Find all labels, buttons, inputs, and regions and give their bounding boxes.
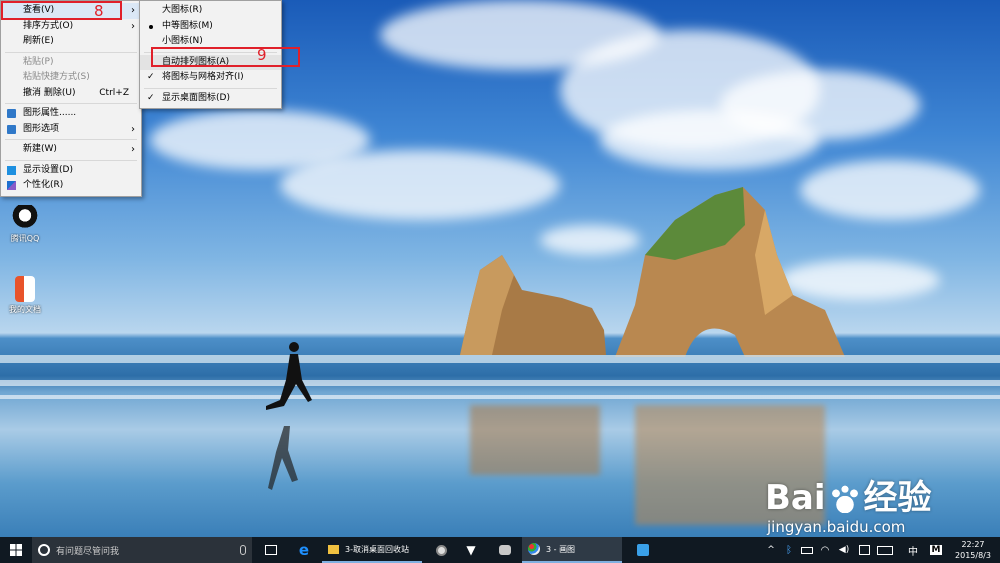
taskbar: 有问题尽管问我 e 3-取消桌面回收站 ▼ 3 - 画图 ^ ᛒ ◠ ◀) 中 … [0,537,1000,563]
taskbar-app-label: 3 - 画图 [546,544,576,554]
tray-battery[interactable] [800,537,814,563]
microphone-icon [240,545,246,555]
cortana-circle-icon [38,544,50,556]
taskbar-app-label: 3-取消桌面回收站 [345,544,409,554]
menu-item-personalize[interactable]: 个性化(R) [1,178,141,194]
desktop[interactable]: 腾讯QQ 我的文档 查看(V) › 排序方式(O) › 刷新(E) 粘贴(P) … [0,0,1000,537]
office-document-icon [15,276,35,302]
image-viewer-icon [637,544,649,556]
battery-icon [801,546,813,554]
personalize-icon [7,181,16,190]
runner-silhouette [266,342,312,490]
edge-icon: e [298,541,310,559]
bluetooth-icon: ᛒ [786,544,792,556]
menu-item-display-settings[interactable]: 显示设置(D) [1,163,141,179]
menu-item-graphics-properties[interactable]: 图形属性...... [1,106,141,122]
notification-icon [858,545,870,555]
menu-separator [5,159,137,161]
checkmark-icon: ✓ [147,92,155,103]
radio-dot-icon [149,24,153,29]
menu-separator [5,139,137,140]
tray-keyboard[interactable] [874,537,896,563]
menu-item-sort-by[interactable]: 排序方式(O) › [1,19,141,35]
desktop-icon-qq[interactable]: 腾讯QQ [3,205,47,244]
menu-item-paste-shortcut: 粘贴快捷方式(S) [23,72,90,82]
taskbar-pinned-app[interactable]: ▼ [460,537,482,563]
menu-separator [5,103,137,104]
search-placeholder: 有问题尽管问我 [56,546,120,557]
menu-item-undo-delete[interactable]: 撤消 删除(U) Ctrl+Z [1,86,141,102]
show-hidden-icons[interactable]: ^ [764,537,778,563]
start-button[interactable] [0,537,32,563]
submenu-item-medium-icons[interactable]: 中等图标(M) [140,19,281,35]
task-view-icon [265,545,277,555]
submenu-item-large-icons[interactable]: 大图标(R) [140,3,281,19]
baidu-jingyan-watermark: Bai 经验 jingyan.baidu.com [765,458,965,537]
tray-ime-mode[interactable]: M [928,537,944,563]
paw-icon [829,485,860,513]
chevron-up-icon: ^ [767,545,775,555]
submenu-item-align-to-grid[interactable]: ✓ 将图标与网格对齐(I) [140,70,281,86]
taskbar-app-explorer[interactable]: 3-取消桌面回收站 [322,537,422,563]
desktop-icon-label: 腾讯QQ [10,234,40,243]
chevron-right-icon: › [131,144,135,155]
desktop-context-menu: 查看(V) › 排序方式(O) › 刷新(E) 粘贴(P) 粘贴快捷方式(S) … [0,0,142,197]
tray-volume[interactable]: ◀) [836,537,852,563]
tray-network[interactable]: ◠ [818,537,832,563]
menu-separator [144,87,277,89]
watermark-brand: Bai [765,478,826,518]
menu-item-refresh[interactable]: 刷新(E) [1,34,141,50]
tray-action-center[interactable] [856,537,872,563]
checkmark-icon: ✓ [147,72,155,82]
taskbar-pinned-webcam[interactable] [430,537,452,563]
rock-small [460,255,606,355]
shortcut-label: Ctrl+Z [99,87,129,98]
annotation-box-view [1,1,122,20]
webcam-icon [435,544,447,556]
desktop-icon-label: 我的文档 [9,305,41,314]
menu-item-new[interactable]: 新建(W) › [1,142,141,158]
tray-ime-language[interactable]: 中 [906,537,920,563]
taskbar-pinned-app[interactable] [632,537,654,563]
fox-icon: ▼ [466,543,476,557]
menu-separator [5,51,137,53]
tray-clock[interactable]: 22:27 2015/8/3 [950,537,996,563]
rock-arch [615,187,845,357]
menu-item-graphics-options[interactable]: 图形选项 › [1,122,141,138]
submenu-item-show-desktop-icons[interactable]: ✓ 显示桌面图标(D) [140,91,281,107]
chevron-right-icon: › [131,123,135,135]
edge-button[interactable]: e [292,537,316,563]
speaker-icon: ◀) [838,545,850,555]
cortana-search-box[interactable]: 有问题尽管问我 [32,537,252,563]
chevron-right-icon: › [131,20,135,32]
desktop-icon-documents[interactable]: 我的文档 [3,276,47,315]
clock-date: 2015/8/3 [955,551,991,560]
intel-graphics-icon [7,109,16,118]
qq-penguin-icon [12,205,38,231]
task-view-button[interactable] [260,537,282,563]
taskbar-pinned-app[interactable] [494,537,516,563]
wifi-icon: ◠ [820,544,830,556]
paint-icon [528,543,540,555]
menu-item-paste: 粘贴(P) [23,56,54,67]
chevron-right-icon: › [131,5,135,16]
windows-logo-icon [10,544,22,556]
annotation-number: 9 [257,46,267,64]
watermark-url: jingyan.baidu.com [767,518,906,536]
keyboard-icon [877,545,893,555]
clock-time: 22:27 [961,540,985,549]
intel-graphics-icon [7,124,16,134]
tray-bluetooth[interactable]: ᛒ [782,537,796,563]
snapshot-icon [499,545,511,555]
annotation-number: 8 [94,2,104,20]
folder-icon [328,544,339,554]
watermark-brand-cn: 经验 [863,478,932,518]
display-settings-icon [7,165,16,175]
annotation-box-auto-arrange [151,47,300,67]
taskbar-app-paint[interactable]: 3 - 画图 [522,537,622,563]
